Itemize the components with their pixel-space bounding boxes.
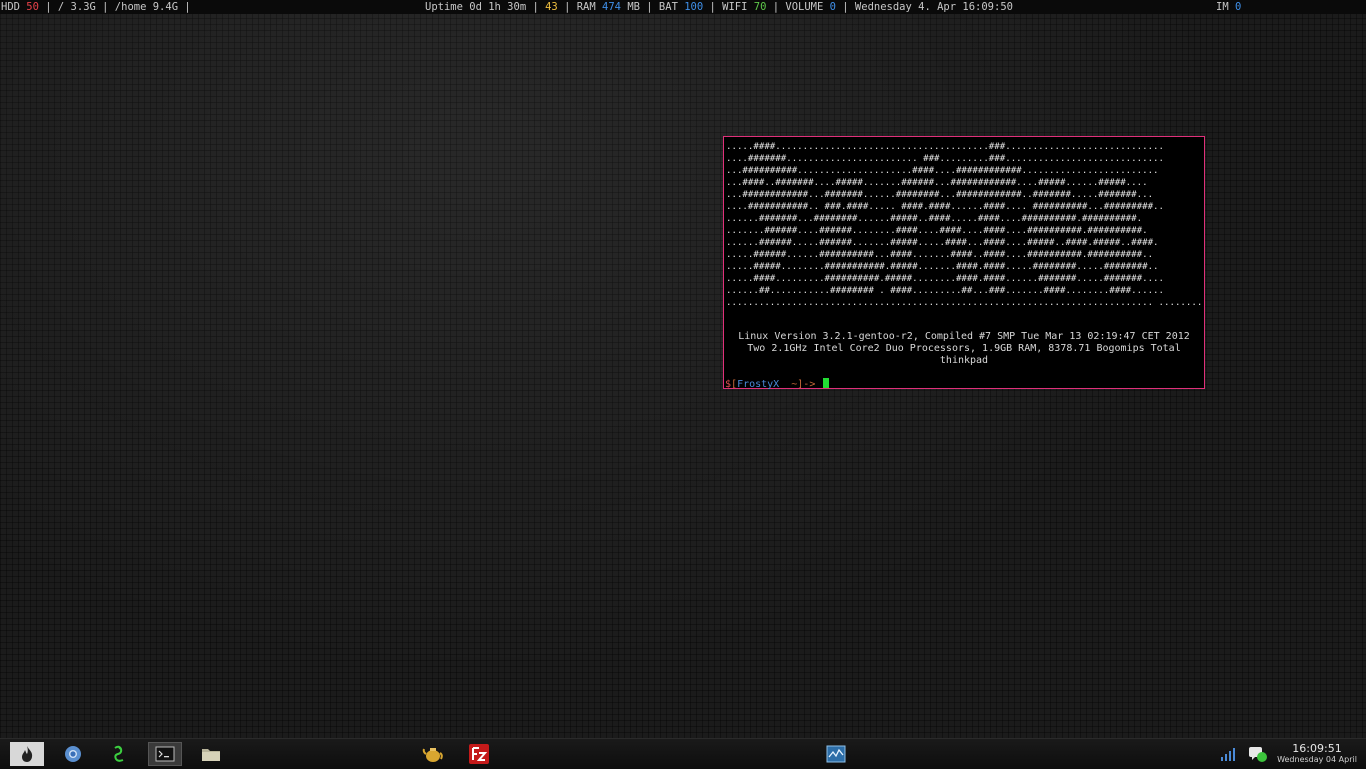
shell-prompt[interactable]: $[FrostyX ~]-> bbox=[725, 378, 830, 391]
launcher-chromium[interactable] bbox=[56, 742, 90, 766]
task-system-monitor[interactable] bbox=[819, 742, 853, 766]
task-filezilla[interactable] bbox=[462, 742, 496, 766]
launcher-terminal[interactable] bbox=[148, 742, 182, 766]
ram-unit: MB | BAT bbox=[621, 1, 685, 13]
tray-messenger[interactable] bbox=[1244, 742, 1272, 766]
system-info: Linux Version 3.2.1-gentoo-r2, Compiled … bbox=[724, 331, 1204, 367]
prompt-arrow: ]-> bbox=[797, 379, 822, 390]
terminal-window[interactable]: .....####...............................… bbox=[723, 136, 1205, 391]
hdd-value: 50 bbox=[26, 1, 39, 13]
hostname-line: thinkpad bbox=[939, 355, 989, 366]
im-status: IM 0 bbox=[1216, 0, 1241, 14]
wifi-label: | WIFI bbox=[703, 1, 754, 13]
taskbar: 16:09:51 Wednesday 04 April bbox=[0, 738, 1366, 769]
hdd-label: HDD bbox=[1, 1, 27, 13]
chat-status-icon bbox=[1249, 747, 1267, 762]
terminal-icon bbox=[155, 746, 175, 762]
teapot-icon bbox=[422, 748, 443, 762]
launcher-python[interactable] bbox=[102, 742, 136, 766]
fire-icon bbox=[22, 746, 33, 762]
clock-date: Wednesday 04 April bbox=[1277, 755, 1357, 764]
clock-time: 16:09:51 bbox=[1292, 742, 1342, 755]
wifi-value: 70 bbox=[753, 1, 767, 13]
python-icon bbox=[114, 745, 124, 762]
tray-network[interactable] bbox=[1214, 742, 1242, 766]
prompt-path: ~ bbox=[779, 379, 798, 390]
battery-value: 100 bbox=[684, 1, 704, 13]
load-value: 43 bbox=[545, 1, 558, 13]
top-status-bar: HDD 50 | / 3.3G | /home 9.4G | Uptime 0d… bbox=[0, 0, 1366, 14]
network-signal-icon bbox=[1221, 748, 1235, 761]
kernel-info-line: Linux Version 3.2.1-gentoo-r2, Compiled … bbox=[738, 331, 1190, 342]
chromium-icon bbox=[65, 746, 81, 762]
system-monitor-icon bbox=[826, 745, 846, 763]
filezilla-icon bbox=[469, 744, 489, 764]
disk-status: HDD 50 | / 3.3G | /home 9.4G | bbox=[1, 0, 191, 14]
disk-usage: | / 3.3G | /home 9.4G | bbox=[38, 1, 191, 13]
system-status: Uptime 0d 1h 30m | 43 | RAM 474 MB | BAT… bbox=[425, 0, 1013, 14]
folder-icon bbox=[202, 749, 220, 761]
launcher-file-manager[interactable] bbox=[194, 742, 228, 766]
cpu-info-line: Two 2.1GHz Intel Core2 Duo Processors, 1… bbox=[747, 343, 1181, 354]
launcher-fire[interactable] bbox=[10, 742, 44, 766]
prompt-user: FrostyX bbox=[737, 379, 780, 390]
gentoo-ascii-logo: .....####...............................… bbox=[726, 142, 1202, 308]
text-cursor bbox=[823, 378, 830, 388]
im-value: 0 bbox=[1234, 1, 1242, 13]
im-label: IM bbox=[1216, 1, 1235, 13]
ram-value: 474 bbox=[602, 1, 621, 13]
datetime: | Wednesday 4. Apr 16:09:50 bbox=[835, 1, 1013, 13]
uptime: Uptime 0d 1h 30m | bbox=[425, 1, 546, 13]
ram-label: | RAM bbox=[557, 1, 603, 13]
volume-label: | VOLUME bbox=[766, 1, 830, 13]
task-teapot-app[interactable] bbox=[416, 742, 450, 766]
taskbar-clock[interactable]: 16:09:51 Wednesday 04 April bbox=[1272, 742, 1362, 765]
